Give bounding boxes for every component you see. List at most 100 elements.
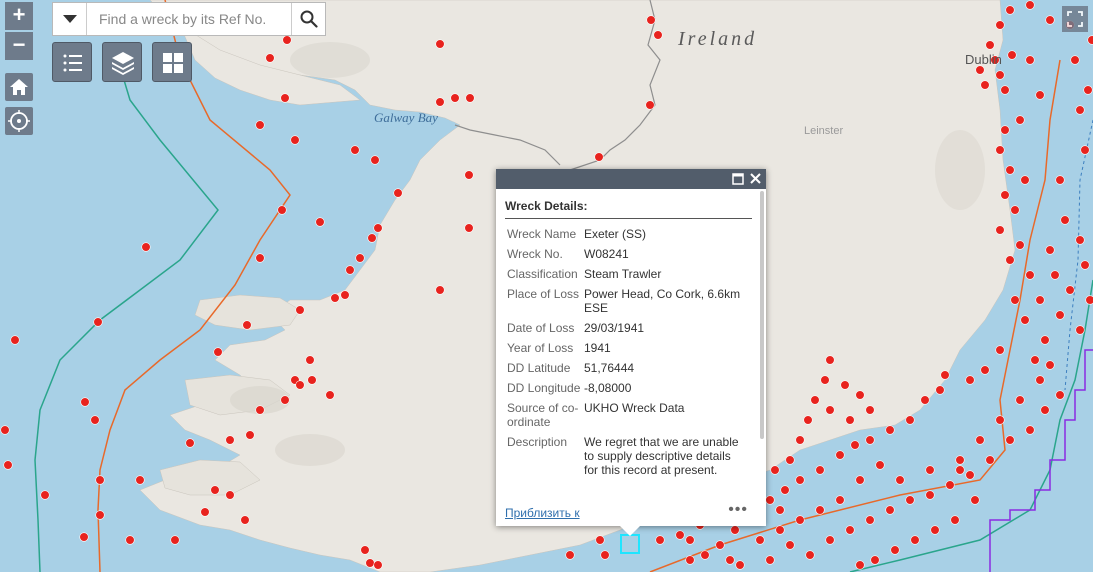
wreck-marker[interactable] xyxy=(225,435,235,445)
wreck-marker[interactable] xyxy=(965,375,975,385)
wreck-marker[interactable] xyxy=(1070,55,1080,65)
wreck-marker[interactable] xyxy=(875,460,885,470)
wreck-marker[interactable] xyxy=(1080,145,1090,155)
wreck-marker[interactable] xyxy=(865,435,875,445)
wreck-marker[interactable] xyxy=(995,415,1005,425)
wreck-marker[interactable] xyxy=(435,97,445,107)
wreck-marker[interactable] xyxy=(965,470,975,480)
wreck-marker[interactable] xyxy=(295,380,305,390)
wreck-marker[interactable] xyxy=(995,70,1005,80)
wreck-marker[interactable] xyxy=(985,455,995,465)
wreck-marker[interactable] xyxy=(795,515,805,525)
wreck-marker[interactable] xyxy=(890,545,900,555)
wreck-marker[interactable] xyxy=(307,375,317,385)
wreck-marker[interactable] xyxy=(785,455,795,465)
wreck-marker[interactable] xyxy=(90,415,100,425)
wreck-marker[interactable] xyxy=(905,495,915,505)
wreck-marker[interactable] xyxy=(280,395,290,405)
wreck-marker[interactable] xyxy=(393,188,403,198)
wreck-marker[interactable] xyxy=(955,465,965,475)
wreck-marker[interactable] xyxy=(730,525,740,535)
wreck-marker[interactable] xyxy=(360,545,370,555)
wreck-marker[interactable] xyxy=(755,535,765,545)
wreck-marker[interactable] xyxy=(464,170,474,180)
wreck-marker[interactable] xyxy=(925,490,935,500)
wreck-marker[interactable] xyxy=(775,525,785,535)
wreck-marker[interactable] xyxy=(885,505,895,515)
wreck-marker[interactable] xyxy=(1075,105,1085,115)
wreck-marker[interactable] xyxy=(1025,425,1035,435)
wreck-marker[interactable] xyxy=(600,550,610,560)
zoom-out-button[interactable]: − xyxy=(5,32,33,60)
wreck-marker[interactable] xyxy=(775,505,785,515)
wreck-marker[interactable] xyxy=(245,430,255,440)
wreck-marker[interactable] xyxy=(810,395,820,405)
wreck-marker[interactable] xyxy=(815,465,825,475)
wreck-marker[interactable] xyxy=(1060,215,1070,225)
wreck-marker[interactable] xyxy=(935,385,945,395)
wreck-marker[interactable] xyxy=(255,253,265,263)
wreck-marker[interactable] xyxy=(1005,165,1015,175)
wreck-marker[interactable] xyxy=(435,39,445,49)
home-button[interactable] xyxy=(5,73,33,101)
wreck-marker[interactable] xyxy=(1035,295,1045,305)
wreck-marker[interactable] xyxy=(885,425,895,435)
wreck-marker[interactable] xyxy=(840,380,850,390)
wreck-marker[interactable] xyxy=(820,375,830,385)
wreck-marker[interactable] xyxy=(1055,175,1065,185)
basemap-gallery-button[interactable] xyxy=(152,42,192,82)
wreck-marker[interactable] xyxy=(1020,175,1030,185)
wreck-marker[interactable] xyxy=(1005,5,1015,15)
search-source-dropdown[interactable] xyxy=(53,3,87,35)
wreck-marker[interactable] xyxy=(1040,335,1050,345)
wreck-marker[interactable] xyxy=(0,425,10,435)
maximize-icon[interactable] xyxy=(732,173,744,185)
wreck-marker[interactable] xyxy=(373,223,383,233)
wreck-marker[interactable] xyxy=(855,475,865,485)
wreck-marker[interactable] xyxy=(10,335,20,345)
wreck-marker[interactable] xyxy=(1015,395,1025,405)
wreck-marker[interactable] xyxy=(330,293,340,303)
wreck-marker[interactable] xyxy=(325,390,335,400)
wreck-marker[interactable] xyxy=(1035,90,1045,100)
wreck-marker[interactable] xyxy=(945,480,955,490)
wreck-marker[interactable] xyxy=(1080,260,1090,270)
wreck-marker[interactable] xyxy=(850,440,860,450)
wreck-marker[interactable] xyxy=(367,233,377,243)
wreck-marker[interactable] xyxy=(1075,325,1085,335)
wreck-marker[interactable] xyxy=(79,532,89,542)
legend-button[interactable] xyxy=(52,42,92,82)
wreck-marker[interactable] xyxy=(950,515,960,525)
close-icon[interactable] xyxy=(749,172,762,185)
zoom-in-button[interactable]: + xyxy=(5,2,33,30)
wreck-marker[interactable] xyxy=(700,550,710,560)
wreck-marker[interactable] xyxy=(141,242,151,252)
wreck-marker[interactable] xyxy=(1040,405,1050,415)
wreck-marker[interactable] xyxy=(225,490,235,500)
wreck-marker[interactable] xyxy=(865,515,875,525)
wreck-marker[interactable] xyxy=(980,80,990,90)
wreck-marker[interactable] xyxy=(282,35,292,45)
wreck-marker[interactable] xyxy=(370,155,380,165)
wreck-marker[interactable] xyxy=(1000,190,1010,200)
wreck-marker[interactable] xyxy=(595,535,605,545)
wreck-marker[interactable] xyxy=(355,253,365,263)
wreck-marker[interactable] xyxy=(1035,375,1045,385)
zoom-to-link[interactable]: Приблизить к xyxy=(505,506,580,520)
wreck-marker[interactable] xyxy=(213,347,223,357)
wreck-marker[interactable] xyxy=(1045,360,1055,370)
wreck-marker[interactable] xyxy=(975,435,985,445)
wreck-marker[interactable] xyxy=(1020,315,1030,325)
wreck-marker[interactable] xyxy=(1015,240,1025,250)
wreck-marker[interactable] xyxy=(995,145,1005,155)
wreck-marker[interactable] xyxy=(1005,435,1015,445)
wreck-marker[interactable] xyxy=(465,93,475,103)
wreck-marker[interactable] xyxy=(815,505,825,515)
wreck-marker[interactable] xyxy=(373,560,383,570)
wreck-marker[interactable] xyxy=(805,550,815,560)
wreck-marker[interactable] xyxy=(870,555,880,565)
wreck-marker[interactable] xyxy=(1000,125,1010,135)
wreck-marker[interactable] xyxy=(995,345,1005,355)
wreck-marker[interactable] xyxy=(910,535,920,545)
wreck-marker[interactable] xyxy=(1025,0,1035,10)
